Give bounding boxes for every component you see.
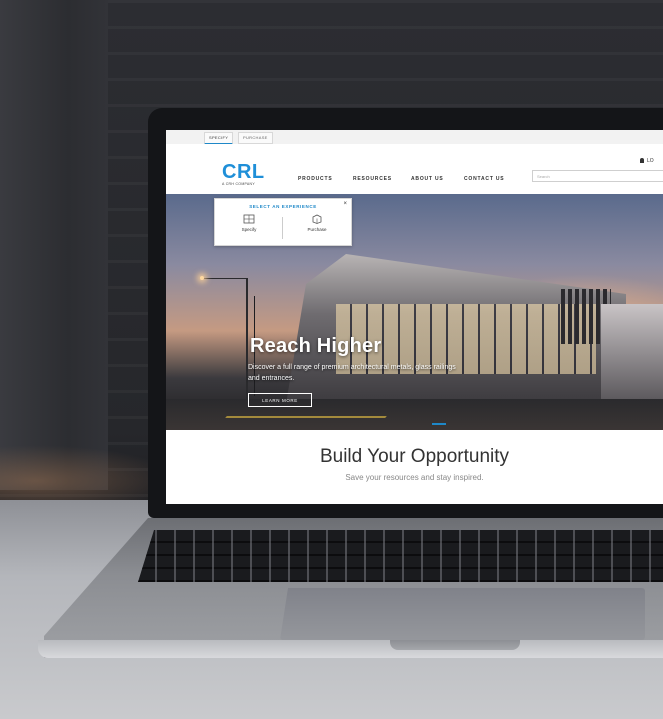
side-building bbox=[601, 304, 663, 399]
specify-label: Specify bbox=[241, 227, 257, 232]
intro-section: Build Your Opportunity Save your resourc… bbox=[166, 430, 663, 504]
laptop-front-edge bbox=[38, 640, 663, 658]
laptop-keyboard bbox=[138, 530, 663, 582]
login-link[interactable]: LO bbox=[640, 158, 654, 164]
experience-tabbar: SPECIFY PURCHASE bbox=[166, 130, 663, 145]
laptop-notch bbox=[390, 640, 520, 650]
login-label: LO bbox=[647, 158, 654, 164]
laptop-trackpad bbox=[280, 588, 645, 640]
search-input[interactable]: Search bbox=[532, 170, 663, 182]
background-scene: SPECIFY PURCHASE CRL A CRH COMPANY PRODU… bbox=[0, 0, 663, 719]
hero-title: Reach Higher bbox=[250, 335, 382, 357]
section-title: Build Your Opportunity bbox=[319, 446, 510, 467]
close-icon[interactable]: × bbox=[343, 201, 347, 207]
specify-option[interactable]: Specify bbox=[219, 214, 279, 242]
tab-purchase[interactable]: PURCHASE bbox=[238, 132, 273, 144]
street bbox=[166, 399, 663, 430]
purchase-label: Purchase bbox=[307, 227, 327, 232]
hero-subtitle: Discover a full range of premium archite… bbox=[248, 364, 456, 382]
blueprint-icon bbox=[243, 214, 255, 224]
wall-pillar bbox=[0, 0, 68, 490]
popup-divider bbox=[282, 217, 283, 239]
nav-products[interactable]: PRODUCTS bbox=[298, 176, 332, 182]
nav-resources[interactable]: RESOURCES bbox=[353, 176, 392, 182]
logo-tagline: A CRH COMPANY bbox=[222, 182, 256, 186]
nav-about-us[interactable]: ABOUT US bbox=[411, 176, 444, 182]
user-icon bbox=[640, 158, 644, 164]
section-subtitle: Save your resources and stay inspired. bbox=[345, 473, 484, 482]
experience-popup: SELECT AN EXPERIENCE × Specify Purchase bbox=[214, 198, 352, 246]
street-lamp bbox=[200, 276, 204, 280]
carousel-indicator[interactable] bbox=[432, 423, 446, 425]
wall-pillar-shadow bbox=[68, 0, 108, 490]
crosswalk-line bbox=[225, 416, 387, 418]
nav-contact-us[interactable]: CONTACT US bbox=[464, 176, 504, 182]
purchase-option[interactable]: Purchase bbox=[287, 214, 347, 242]
learn-more-button[interactable]: LEARN MORE bbox=[248, 393, 312, 407]
street-lamp-pole bbox=[202, 278, 248, 399]
keyboard-keys bbox=[138, 530, 663, 582]
popup-title: SELECT AN EXPERIENCE bbox=[249, 204, 317, 209]
laptop-screen: SPECIFY PURCHASE CRL A CRH COMPANY PRODU… bbox=[166, 130, 663, 504]
site-header: CRL A CRH COMPANY PRODUCTS RESOURCES ABO… bbox=[166, 144, 663, 194]
crl-logo[interactable]: CRL bbox=[222, 162, 265, 182]
box-icon bbox=[312, 214, 322, 224]
